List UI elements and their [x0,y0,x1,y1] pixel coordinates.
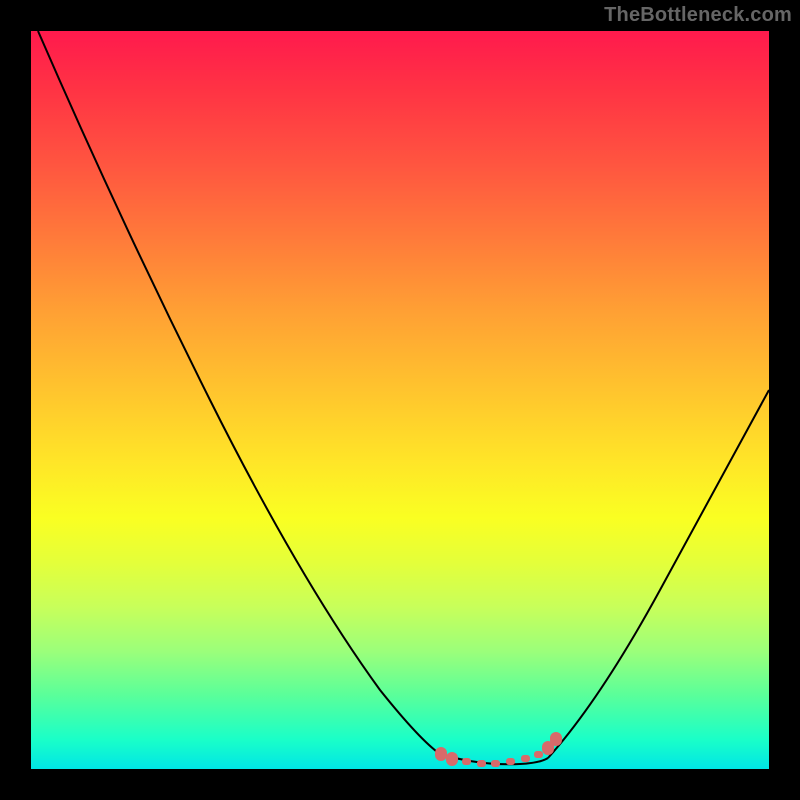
marker-dot [446,752,458,766]
marker-dot [491,760,500,767]
curve-left-branch [38,31,440,754]
marker-dot [506,758,515,765]
marker-dot [462,758,471,765]
curve-layer [0,0,800,800]
marker-dot [521,755,530,762]
chart-frame: TheBottleneck.com [0,0,800,800]
marker-dot [435,747,447,761]
marker-dot [477,760,486,767]
curve-right-branch [548,390,769,758]
